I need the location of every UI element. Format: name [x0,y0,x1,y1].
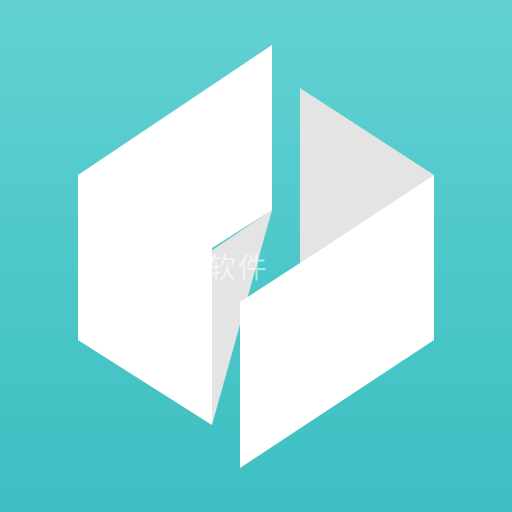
app-icon[interactable]: 五九软件 [0,0,512,512]
hexagon-split-logo-icon [78,45,434,468]
